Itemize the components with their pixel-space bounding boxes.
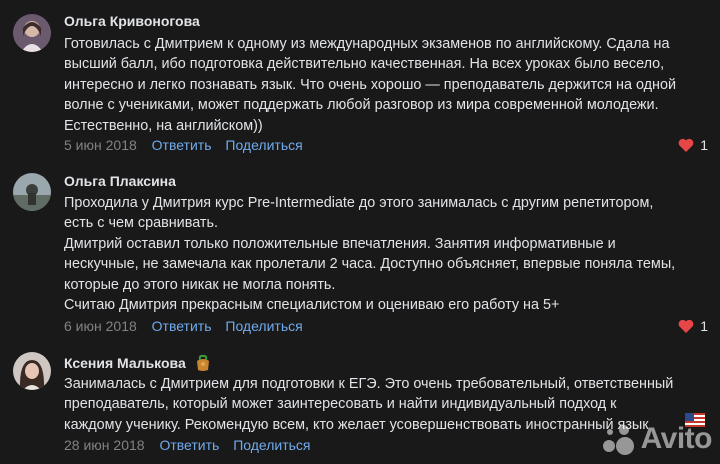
comment-date[interactable]: 28 июн 2018 <box>64 437 145 453</box>
reply-button[interactable]: Ответить <box>159 437 219 453</box>
gift-emoji-icon <box>194 354 212 375</box>
comment-meta: 28 июн 2018 Ответить Поделиться <box>64 437 321 453</box>
share-button[interactable]: Поделиться <box>233 437 310 453</box>
watermark-text: Avito <box>640 422 713 455</box>
comment-meta: 5 июн 2018 Ответить Поделиться <box>64 137 313 153</box>
avito-logo-icon <box>602 425 634 455</box>
like-count: 1 <box>700 137 708 153</box>
reply-button[interactable]: Ответить <box>152 137 212 153</box>
comment-text: Готовилась с Дмитрием к одному из междун… <box>64 36 677 134</box>
author-name[interactable]: Ксения Малькова <box>64 354 212 375</box>
reply-button[interactable]: Ответить <box>152 318 212 334</box>
avito-watermark: Avito <box>597 422 713 456</box>
author-name[interactable]: Ольга Плаксина <box>64 173 176 189</box>
comment-meta: 6 июн 2018 Ответить Поделиться <box>64 318 313 334</box>
heart-icon <box>678 319 694 333</box>
share-button[interactable]: Поделиться <box>225 137 302 153</box>
comment-date[interactable]: 6 июн 2018 <box>64 318 137 334</box>
comment-date[interactable]: 5 июн 2018 <box>64 137 137 153</box>
comment-text: Проходила у Дмитрия курс Pre-Intermediat… <box>64 195 676 314</box>
like-count: 1 <box>700 318 708 334</box>
avatar[interactable] <box>13 173 51 211</box>
heart-icon <box>678 138 694 152</box>
avatar[interactable] <box>13 14 51 52</box>
like-button[interactable]: 1 <box>678 318 708 334</box>
like-button[interactable]: 1 <box>678 137 708 153</box>
author-name[interactable]: Ольга Кривоногова <box>64 13 200 29</box>
share-button[interactable]: Поделиться <box>225 318 302 334</box>
author-name-text: Ксения Малькова <box>64 355 186 372</box>
avatar[interactable] <box>13 352 51 390</box>
